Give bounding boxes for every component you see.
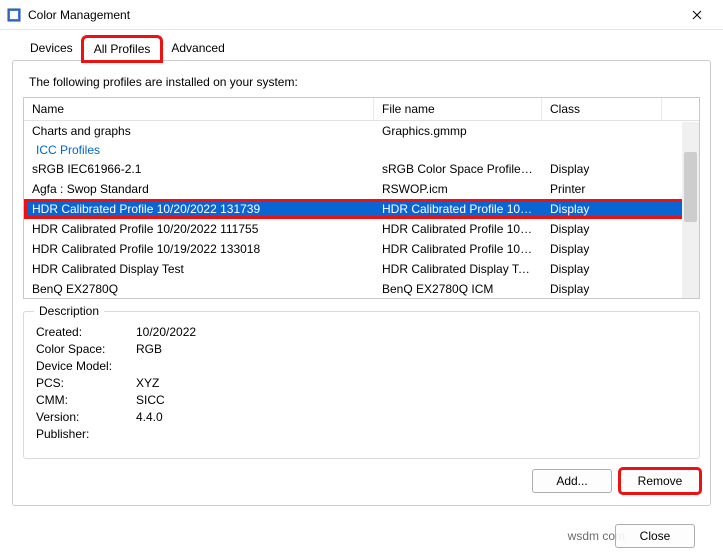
cell-file: RSWOP.icm [374, 180, 542, 198]
cell-class: Display [542, 220, 662, 238]
cell-name: HDR Calibrated Profile 10/20/2022 131739 [24, 200, 374, 218]
cell-file: HDR Calibrated Profile 10-... [374, 200, 542, 218]
cell-name: HDR Calibrated Profile 10/20/2022 111755 [24, 220, 374, 238]
group-icc-profiles[interactable]: ICC Profiles [24, 141, 699, 159]
cell-file: HDR Calibrated Profile 10-... [374, 220, 542, 238]
close-icon[interactable] [677, 0, 717, 30]
value-cmm: SICC [136, 393, 165, 407]
label-version: Version: [36, 410, 136, 424]
cell-name: sRGB IEC61966-2.1 [24, 160, 374, 178]
tab-devices[interactable]: Devices [20, 37, 83, 61]
scrollbar[interactable] [682, 122, 699, 298]
cell-class: Display [542, 160, 662, 178]
cell-name: Agfa : Swop Standard [24, 180, 374, 198]
list-header: Name File name Class [24, 98, 699, 121]
cell-file: sRGB Color Space Profile.ic... [374, 160, 542, 178]
cell-class: Display [542, 200, 662, 218]
col-header-file[interactable]: File name [374, 98, 542, 120]
scrollbar-thumb[interactable] [684, 152, 697, 222]
label-pcs: PCS: [36, 376, 136, 390]
cell-class: Printer [542, 180, 662, 198]
col-header-name[interactable]: Name [24, 98, 374, 120]
cell-name: HDR Calibrated Profile 10/19/2022 133018 [24, 240, 374, 258]
intro-text: The following profiles are installed on … [29, 75, 700, 89]
list-item[interactable]: BenQ EX2780Q BenQ EX2780Q ICM Display [24, 279, 699, 297]
window-title: Color Management [28, 8, 130, 22]
tab-advanced[interactable]: Advanced [161, 37, 234, 61]
cell-class: Display [542, 240, 662, 258]
list-body: Charts and graphs Graphics.gmmp ICC Prof… [24, 121, 699, 297]
cell-name: Charts and graphs [24, 122, 374, 140]
add-button[interactable]: Add... [532, 469, 612, 493]
description-group: Description Created:10/20/2022 Color Spa… [23, 311, 700, 459]
list-item[interactable]: HDR Calibrated Display Test HDR Calibrat… [24, 259, 699, 279]
tab-panel: The following profiles are installed on … [12, 60, 711, 506]
cell-class: Display [542, 260, 662, 278]
profile-buttons: Add... Remove [23, 469, 700, 493]
profile-listview[interactable]: Name File name Class Charts and graphs G… [23, 97, 700, 299]
list-item[interactable]: sRGB IEC61966-2.1 sRGB Color Space Profi… [24, 159, 699, 179]
cell-class [542, 122, 662, 140]
label-colorspace: Color Space: [36, 342, 136, 356]
label-created: Created: [36, 325, 136, 339]
label-publisher: Publisher: [36, 427, 136, 441]
list-item[interactable]: HDR Calibrated Profile 10/20/2022 111755… [24, 219, 699, 239]
label-cmm: CMM: [36, 393, 136, 407]
col-header-class[interactable]: Class [542, 98, 662, 120]
title-bar: Color Management [0, 0, 723, 30]
list-item[interactable]: Agfa : Swop Standard RSWOP.icm Printer [24, 179, 699, 199]
cell-file: BenQ EX2780Q ICM [374, 280, 542, 297]
cell-file: Graphics.gmmp [374, 122, 542, 140]
close-button[interactable]: Close [615, 524, 695, 548]
list-item[interactable]: Charts and graphs Graphics.gmmp [24, 121, 699, 141]
cell-name: HDR Calibrated Display Test [24, 260, 374, 278]
value-version: 4.4.0 [136, 410, 163, 424]
value-colorspace: RGB [136, 342, 162, 356]
list-item[interactable]: HDR Calibrated Profile 10/19/2022 133018… [24, 239, 699, 259]
tab-all-profiles[interactable]: All Profiles [83, 37, 162, 61]
remove-button[interactable]: Remove [620, 469, 700, 493]
list-item-selected[interactable]: HDR Calibrated Profile 10/20/2022 131739… [24, 199, 699, 219]
value-pcs: XYZ [136, 376, 159, 390]
description-legend: Description [34, 304, 104, 318]
label-devicemodel: Device Model: [36, 359, 136, 373]
cell-file: HDR Calibrated Profile 10-... [374, 240, 542, 258]
tab-strip: Devices All Profiles Advanced [0, 36, 723, 60]
cell-class: Display [542, 280, 662, 297]
cell-file: HDR Calibrated Display Tes... [374, 260, 542, 278]
app-icon [6, 7, 22, 23]
dialog-buttons: wsdm com Close [0, 506, 723, 548]
value-created: 10/20/2022 [136, 325, 196, 339]
cell-name: BenQ EX2780Q [24, 280, 374, 297]
